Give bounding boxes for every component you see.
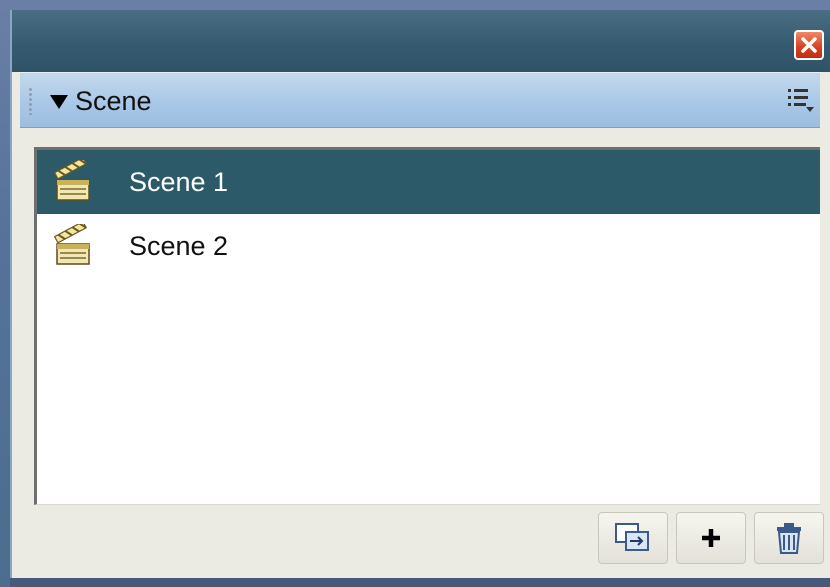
scene-label: Scene 2 <box>129 231 229 261</box>
scene-label: Scene 1 <box>129 167 229 197</box>
plus-icon <box>702 529 720 547</box>
duplicate-scene-button[interactable] <box>598 512 668 564</box>
window-titlebar[interactable] <box>12 10 830 72</box>
panel-header[interactable]: Scene <box>20 72 820 128</box>
panel-options-menu-button[interactable] <box>786 87 816 115</box>
drag-grip-icon[interactable] <box>28 87 34 115</box>
options-menu-icon <box>788 89 814 112</box>
scene-list-item-scene-2[interactable]: Scene 2 <box>37 214 820 278</box>
clapperboard-icon <box>53 224 90 265</box>
collapse-arrow-icon[interactable] <box>50 95 68 109</box>
clapperboard-icon <box>53 160 90 201</box>
panel-title: Scene <box>75 86 152 116</box>
delete-scene-button[interactable] <box>754 512 824 564</box>
window-bottom-edge <box>10 578 830 587</box>
close-button[interactable] <box>794 30 824 60</box>
scene-list[interactable]: Scene 1 Scene 2 <box>34 147 820 505</box>
add-scene-button[interactable] <box>676 512 746 564</box>
close-icon <box>801 37 817 53</box>
trash-icon <box>777 523 801 554</box>
scene-list-item-scene-1[interactable]: Scene 1 <box>37 150 820 214</box>
panel-toolbar <box>20 510 824 570</box>
duplicate-icon <box>615 523 649 551</box>
